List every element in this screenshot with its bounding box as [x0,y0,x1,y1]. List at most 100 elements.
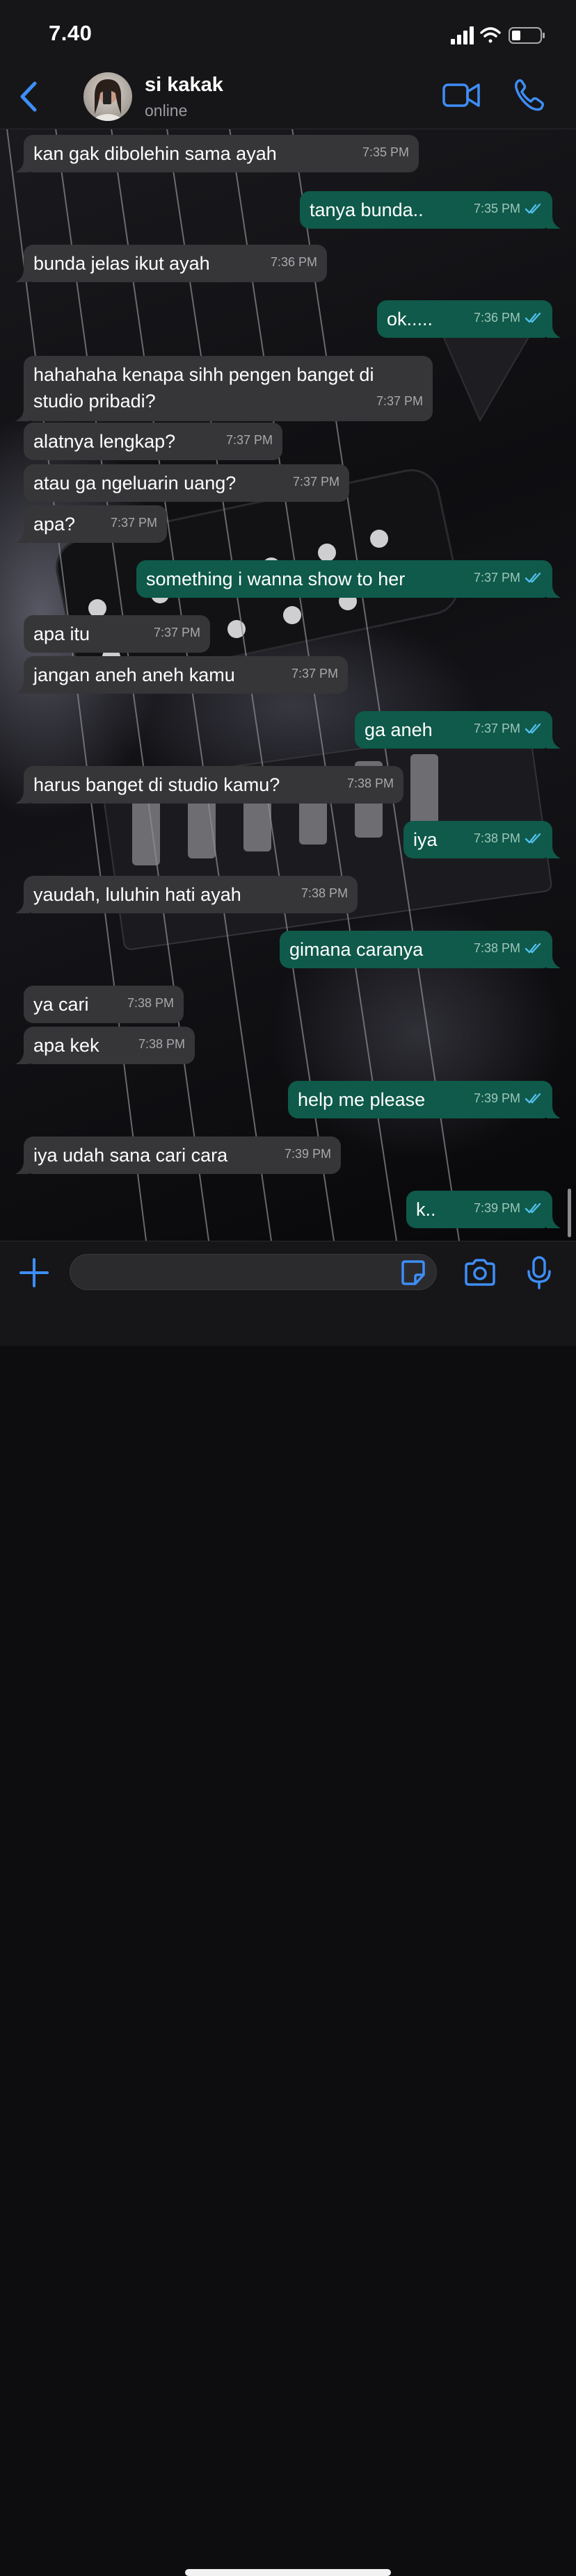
signal-icon [451,26,474,44]
message-time: 7:38 PM [346,776,394,790]
message-text: atau ga ngeluarin uang? [33,473,237,494]
bubble-tail [547,956,561,968]
message-input[interactable] [70,1254,437,1290]
incoming-message[interactable]: yaudah, luluhin hati ayah 7:38 PM [15,876,358,913]
message-text: help me please [298,1089,426,1110]
incoming-message[interactable]: atau ga ngeluarin uang? 7:37 PM [24,464,349,502]
message-meta: 7:38 PM [347,770,394,797]
voice-call-button[interactable] [513,78,545,113]
video-call-button[interactable] [442,81,480,110]
bubble-tail [15,681,29,694]
scroll-indicator[interactable] [568,1189,571,1237]
incoming-message[interactable]: jangan aneh aneh kamu 7:37 PM [15,656,348,694]
message-time: 7:37 PM [292,475,339,489]
message-time: 7:38 PM [473,941,520,955]
bubble-tail [547,1216,561,1228]
wifi-icon [480,27,501,43]
outgoing-message[interactable]: iya 7:38 PM [403,821,561,858]
message-time: 7:37 PM [376,394,423,408]
incoming-message[interactable]: apa? 7:37 PM [15,505,167,543]
message-meta: 7:38 PM [474,825,543,851]
battery-icon [509,27,545,44]
message-time: 7:37 PM [473,571,520,585]
message-meta: 7:38 PM [301,880,348,906]
home-indicator[interactable] [185,2569,391,2576]
message-text: apa itu [33,623,90,644]
bubble-tail [547,1106,561,1118]
message-meta: 7:35 PM [362,139,409,165]
outgoing-message[interactable]: k.. 7:39 PM [406,1191,561,1228]
message-meta: 7:37 PM [474,564,543,591]
message-meta: 7:35 PM [474,195,543,222]
double-check-icon [525,203,541,214]
message-text: harus banget di studio kamu? [33,774,280,795]
message-meta: 7:37 PM [291,660,338,687]
outgoing-message[interactable]: gimana caranya 7:38 PM [280,931,561,968]
message-time: 7:37 PM [473,722,520,735]
status-time: 7.40 [49,21,93,45]
incoming-message[interactable]: bunda jelas ikut ayah 7:36 PM [15,245,327,282]
message-text: apa? [33,514,76,535]
outgoing-message[interactable]: something i wanna show to her 7:37 PM [136,560,561,598]
message-text: tanya bunda.. [310,199,424,220]
message-text: kan gak dibolehin sama ayah [33,143,277,164]
microphone-button[interactable] [526,1255,552,1290]
double-check-icon [525,1093,541,1104]
outgoing-message[interactable]: ga aneh 7:37 PM [355,711,561,749]
message-text: ga aneh [365,719,433,740]
message-text: alatnya lengkap? [33,431,176,452]
outgoing-message[interactable]: tanya bunda.. 7:35 PM [300,191,561,229]
bubble-tail [547,325,561,338]
message-time: 7:37 PM [110,516,157,530]
message-meta: 7:38 PM [474,935,543,961]
camera-button[interactable] [463,1258,497,1287]
message-meta: 7:37 PM [293,468,339,495]
message-meta: 7:37 PM [376,388,423,414]
contact-status: online [145,101,188,120]
outgoing-message[interactable]: ok..... 7:36 PM [377,300,561,338]
attach-button[interactable] [18,1257,50,1289]
incoming-message[interactable]: iya udah sana cari cara 7:39 PM [15,1136,341,1174]
incoming-message[interactable]: ya cari 7:38 PM [24,986,184,1023]
avatar[interactable] [83,72,132,121]
bubble-tail [15,270,29,282]
bubble-tail [15,901,29,913]
message-text: hahahaha kenapa sihh pengen banget di st… [33,364,374,411]
incoming-message[interactable]: harus banget di studio kamu? 7:38 PM [15,766,403,804]
message-meta: 7:37 PM [154,619,200,646]
bubble-tail [547,736,561,749]
sticker-button[interactable] [401,1260,426,1286]
double-check-icon [525,572,541,583]
message-time: 7:38 PM [473,831,520,845]
bubble-tail [547,216,561,229]
message-time: 7:36 PM [270,255,317,269]
message-meta: 7:36 PM [474,304,543,331]
message-text: k.. [416,1199,436,1220]
incoming-message[interactable]: alatnya lengkap? 7:37 PM [24,423,282,460]
message-meta: 7:37 PM [474,715,543,742]
message-time: 7:39 PM [284,1147,331,1161]
back-button[interactable] [14,79,45,114]
incoming-message[interactable]: apa kek 7:38 PM [15,1027,195,1064]
message-meta: 7:39 PM [474,1195,543,1221]
double-check-icon [525,833,541,844]
message-meta: 7:37 PM [111,510,157,536]
message-text: something i wanna show to her [146,569,406,589]
double-check-icon [525,723,541,734]
microphone-icon [527,1256,551,1289]
bubble-tail [15,1161,29,1174]
status-icons [451,26,545,44]
incoming-message[interactable]: apa itu 7:37 PM [24,615,210,653]
message-time: 7:39 PM [473,1091,520,1105]
input-bar [0,1241,576,2576]
double-check-icon [525,1203,541,1214]
phone-icon [515,79,544,111]
outgoing-message[interactable]: help me please 7:39 PM [288,1081,561,1118]
message-time: 7:38 PM [301,886,348,900]
incoming-message[interactable]: hahahaha kenapa sihh pengen banget di st… [15,356,433,421]
message-time: 7:35 PM [362,145,409,159]
incoming-message[interactable]: kan gak dibolehin sama ayah 7:35 PM [15,135,419,172]
double-check-icon [525,312,541,323]
status-bar: 7.40 [0,0,576,64]
contact-name[interactable]: si kakak [145,74,223,97]
